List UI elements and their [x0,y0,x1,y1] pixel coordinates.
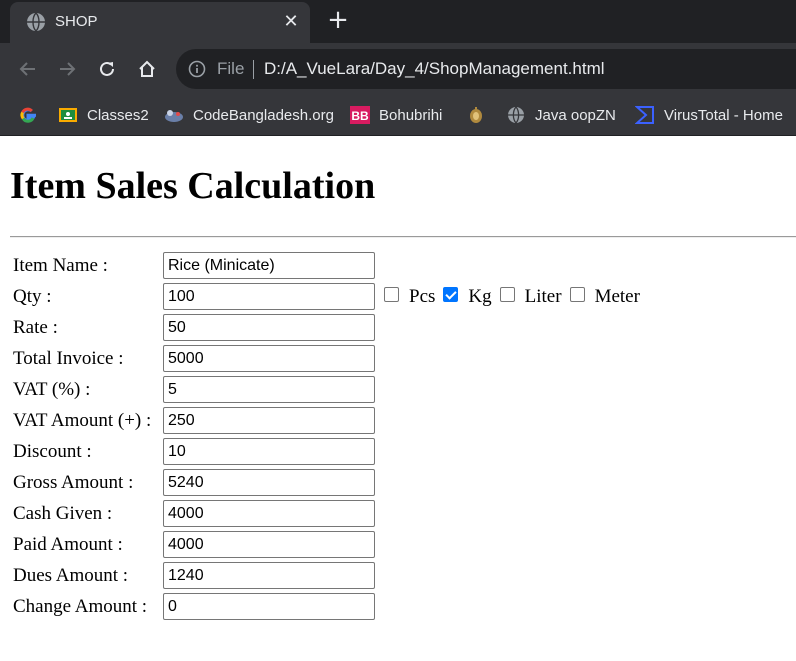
discount-input[interactable]: 10 [163,438,375,465]
browser-tab[interactable]: SHOP ✕ [10,2,310,43]
form-row-change-amount: Change Amount : 0 [13,593,793,620]
gross-amount-input[interactable]: 5240 [163,469,375,496]
form-row-rate: Rate : 50 [13,314,793,341]
globe-icon [26,12,46,32]
bookmark-virustotal[interactable]: VirusTotal - Home [634,103,783,127]
bookmark-emblem[interactable] [465,103,487,127]
address-bar[interactable]: File D:/A_VueLara/Day_4/ShopManagement.h… [176,49,796,89]
bookmark-google[interactable] [17,103,39,127]
unit-label: Pcs [409,285,436,307]
field-label: Cash Given : [13,503,113,524]
bookmark-label: VirusTotal - Home [664,106,783,124]
address-divider [253,60,254,79]
bookmark-label: CodeBangladesh.org [193,106,334,124]
close-tab-icon[interactable]: ✕ [280,11,302,33]
url-scheme-label: File [217,59,245,78]
bookmark-label: Classes2 [87,106,149,124]
emblem-icon [465,104,487,126]
field-label: Gross Amount : [13,472,134,493]
unit-options: Pcs Kg Liter Meter [384,283,648,310]
unit-option-meter[interactable]: Meter [569,285,640,308]
field-label: Paid Amount : [13,534,123,555]
bookmarks-bar: Classes2 CodeBangladesh.org BB Bohubrihi… [0,95,796,136]
dues-amount-input[interactable]: 1240 [163,562,375,589]
form-row-vat-percent: VAT (%) : 5 [13,376,793,403]
field-label: Dues Amount : [13,565,129,586]
bookmark-codebangladesh[interactable]: CodeBangladesh.org [163,103,334,127]
form-row-paid-amount: Paid Amount : 4000 [13,531,793,558]
vat-percent-input[interactable]: 5 [163,376,375,403]
pcs-checkbox[interactable] [384,287,399,302]
browser-toolbar: File D:/A_VueLara/Day_4/ShopManagement.h… [0,43,796,95]
form-row-dues-amount: Dues Amount : 1240 [13,562,793,589]
bookmark-java-oopzn[interactable]: Java oopZN [505,103,616,127]
form-row-discount: Discount : 10 [13,438,793,465]
field-label: Rate : [13,317,58,338]
bookmark-bohubrihi[interactable]: BB Bohubrihi [349,103,442,127]
kg-checkbox[interactable] [443,287,459,302]
horizontal-rule [10,236,796,238]
bookmark-label: Java oopZN [535,106,616,124]
total-invoice-input[interactable]: 5000 [163,345,375,372]
tab-strip: SHOP ✕ + [0,0,796,43]
url-text[interactable]: D:/A_VueLara/Day_4/ShopManagement.html [264,59,605,79]
unit-label: Kg [468,285,492,307]
vat-amount-input[interactable]: 250 [163,407,375,434]
unit-label: Meter [594,285,640,307]
virustotal-icon [634,104,656,126]
unit-option-pcs[interactable]: Pcs [384,286,435,308]
form-row-total-invoice: Total Invoice : 5000 [13,345,793,372]
form-row-gross-amount: Gross Amount : 5240 [13,469,793,496]
reload-icon[interactable] [94,56,120,82]
new-tab-button[interactable]: + [325,7,351,34]
form-row-cash-given: Cash Given : 4000 [13,500,793,527]
field-label: VAT (%) : [13,379,91,400]
field-label: Qty : [13,286,52,307]
change-amount-input[interactable]: 0 [163,593,375,620]
bookmark-label: Bohubrihi [379,106,443,124]
svg-text:BB: BB [351,109,369,123]
field-label: Change Amount : [13,596,148,617]
form-row-item-name: Item Name : Rice (Minicate) [13,252,793,279]
unit-option-liter[interactable]: Liter [499,285,562,308]
field-label: Discount : [13,441,92,462]
field-label: VAT Amount (+) : [13,410,152,431]
forward-icon[interactable] [54,56,80,82]
back-icon[interactable] [15,56,41,82]
qty-input[interactable]: 100 [163,283,375,310]
home-icon[interactable] [134,56,160,82]
form-row-vat-amount: VAT Amount (+) : 250 [13,407,793,434]
item-name-input[interactable]: Rice (Minicate) [163,252,375,279]
unit-label: Liter [524,285,562,307]
classroom-icon [57,104,79,126]
google-icon [17,104,39,126]
unit-option-kg[interactable]: Kg [443,285,492,308]
bohubrihi-icon: BB [349,104,371,126]
liter-checkbox[interactable] [499,287,515,302]
field-label: Item Name : [13,255,108,276]
field-label: Total Invoice : [13,348,124,369]
paid-amount-input[interactable]: 4000 [163,531,375,558]
meter-checkbox[interactable] [569,287,585,302]
page-title: Item Sales Calculation [10,165,376,207]
bookmark-classes2[interactable]: Classes2 [57,103,149,127]
globe-icon [505,104,527,126]
info-icon[interactable] [188,60,206,78]
page-content: Item Sales Calculation Item Name : Rice … [0,136,796,661]
cash-given-input[interactable]: 4000 [163,500,375,527]
codebangladesh-icon [163,104,185,126]
form-row-qty: Qty : 100 Pcs Kg Liter Meter [13,283,793,310]
tab-title: SHOP [55,13,98,30]
rate-input[interactable]: 50 [163,314,375,341]
